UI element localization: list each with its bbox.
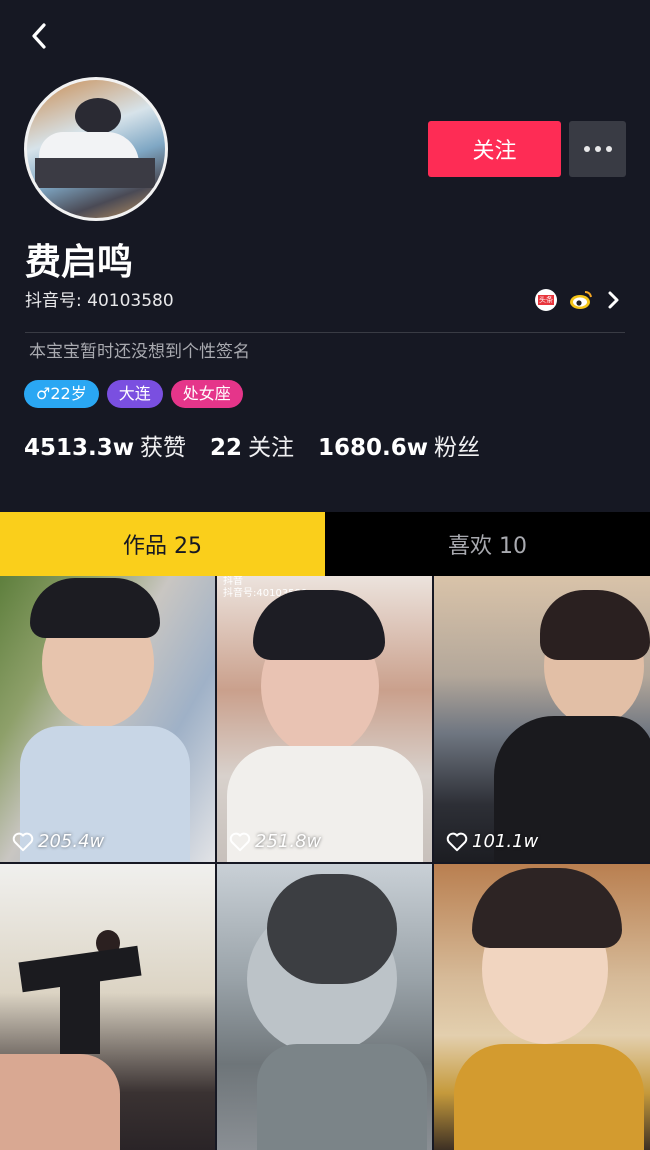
more-dots-icon [583, 146, 612, 152]
fans-label: 粉丝 [434, 435, 481, 461]
video-like-count: 101.1w [446, 831, 538, 852]
toutiao-icon[interactable]: 头条 [535, 289, 557, 311]
video-thumbnail[interactable] [434, 864, 650, 1150]
profile-tabs: 作品 25 喜欢 10 [0, 512, 650, 576]
like-count-text: 101.1w [472, 831, 539, 852]
social-links[interactable]: 头条 [535, 289, 621, 311]
heart-icon [446, 832, 468, 851]
heart-icon [229, 832, 251, 851]
divider [25, 332, 625, 333]
tab-likes[interactable]: 喜欢 10 [325, 512, 650, 576]
more-options-button[interactable] [569, 121, 626, 177]
weibo-icon[interactable] [569, 289, 593, 311]
profile-name: 费启鸣 [25, 242, 134, 283]
zodiac-tag: 处女座 [170, 380, 243, 408]
gender-age-tag: ♂22岁 [24, 380, 99, 408]
following-label: 关注 [248, 435, 295, 461]
signature: 本宝宝暂时还没想到个性签名 [29, 342, 250, 362]
video-thumbnail[interactable] [0, 864, 215, 1150]
video-grid: 205.4w 抖音 抖音号:40103580 251.8w 101.1w [0, 576, 650, 1150]
chevron-right-icon[interactable] [605, 289, 621, 311]
city-tag: 大连 [106, 380, 163, 408]
likes-stat[interactable]: 4513.3w 获赞 [24, 432, 186, 464]
likes-label: 获赞 [140, 435, 187, 461]
avatar[interactable] [24, 77, 168, 221]
video-thumbnail[interactable]: 205.4w [0, 576, 215, 862]
following-count: 22 [210, 435, 243, 461]
following-stat[interactable]: 22 关注 [210, 432, 294, 464]
fans-count: 1680.6w [318, 435, 429, 461]
video-like-count: 251.8w [229, 831, 321, 852]
back-arrow-icon[interactable] [22, 18, 58, 54]
profile-stats: 4513.3w 获赞 22 关注 1680.6w 粉丝 [24, 432, 480, 464]
profile-tags: ♂22岁 大连 处女座 [24, 380, 243, 408]
heart-icon [12, 832, 34, 851]
douyin-id: 抖音号: 40103580 [25, 291, 174, 311]
follow-button[interactable]: 关注 [428, 121, 561, 177]
likes-count: 4513.3w [24, 435, 135, 461]
watermark-app: 抖音 [223, 576, 243, 587]
video-thumbnail[interactable] [217, 864, 432, 1150]
like-count-text: 251.8w [255, 831, 322, 852]
tab-works[interactable]: 作品 25 [0, 512, 325, 576]
toutiao-icon-label: 头条 [538, 295, 554, 305]
video-like-count: 205.4w [12, 831, 104, 852]
like-count-text: 205.4w [38, 831, 105, 852]
video-thumbnail[interactable]: 101.1w [434, 576, 650, 862]
fans-stat[interactable]: 1680.6w 粉丝 [318, 432, 480, 464]
video-thumbnail[interactable]: 抖音 抖音号:40103580 251.8w [217, 576, 432, 862]
